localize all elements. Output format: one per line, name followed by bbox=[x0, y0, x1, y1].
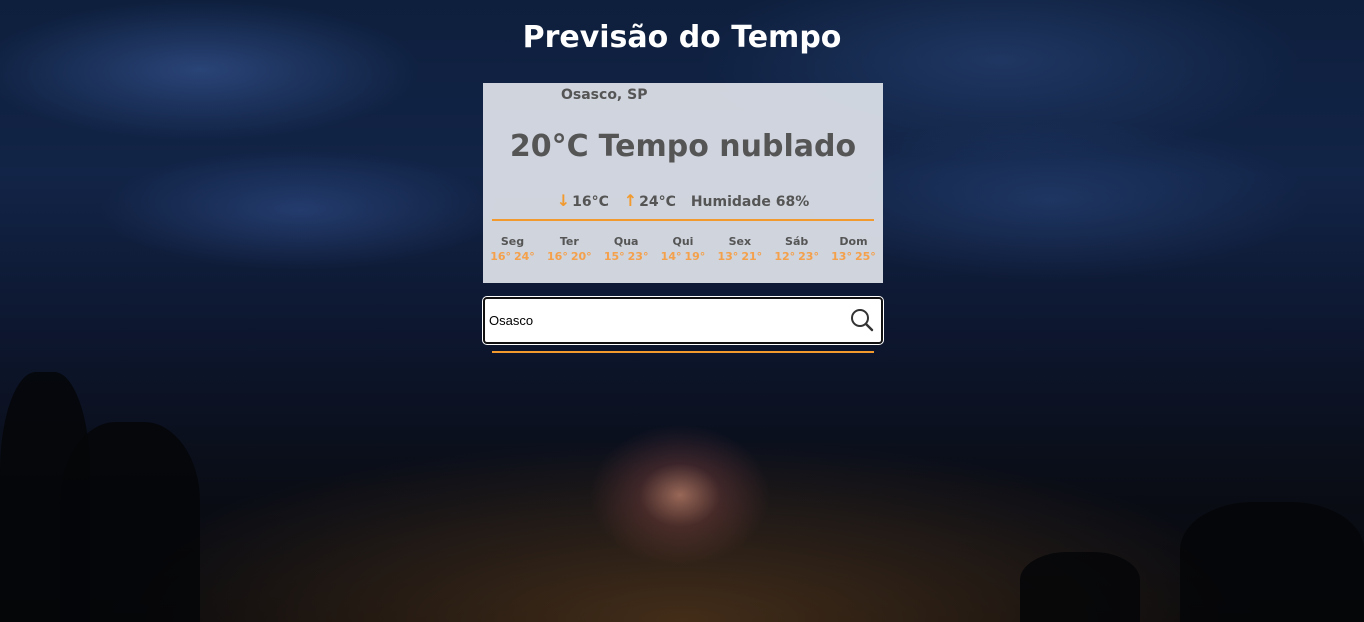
forecast-min: 16° bbox=[490, 250, 511, 263]
min-temperature: 16°C bbox=[572, 194, 609, 210]
weekly-forecast: Seg 16° 24° Ter 16° 20° Qua 15° 23° Qui 14°… bbox=[485, 235, 881, 263]
background-tree-silhouette bbox=[1180, 502, 1364, 622]
current-conditions: 20°C Tempo nublado bbox=[483, 129, 883, 164]
forecast-day-name: Qua bbox=[613, 235, 639, 248]
forecast-day: Seg 16° 24° bbox=[485, 235, 540, 263]
forecast-max: 24° bbox=[514, 250, 535, 263]
max-temperature: 24°C bbox=[639, 194, 676, 210]
forecast-day-name: Sex bbox=[728, 235, 752, 248]
arrow-down-icon: ↓ bbox=[556, 191, 571, 210]
forecast-max: 25° bbox=[854, 250, 876, 263]
forecast-day-name: Dom bbox=[839, 235, 868, 248]
forecast-day-temps: 13° 25° bbox=[826, 250, 881, 263]
background-tree-silhouette bbox=[1020, 552, 1140, 622]
card-divider bbox=[492, 219, 874, 221]
background-tree-silhouette bbox=[0, 372, 90, 622]
forecast-day: Qua 15° 23° bbox=[599, 235, 654, 263]
forecast-min: 14° bbox=[660, 250, 682, 263]
forecast-day-temps: 12° 23° bbox=[769, 250, 824, 263]
page-title: Previsão do Tempo bbox=[522, 20, 842, 55]
forecast-day-name: Ter bbox=[559, 235, 579, 248]
forecast-min: 13° bbox=[717, 250, 739, 263]
forecast-day: Sáb 12° 23° bbox=[769, 235, 824, 263]
forecast-day: Qui 14° 19° bbox=[655, 235, 710, 263]
forecast-max: 21° bbox=[741, 250, 763, 263]
forecast-min: 15° bbox=[603, 250, 625, 263]
forecast-min: 13° bbox=[831, 250, 852, 263]
search-divider bbox=[492, 351, 874, 353]
forecast-day: Sex 13° 21° bbox=[712, 235, 767, 263]
forecast-day-temps: 16° 20° bbox=[542, 250, 597, 263]
current-temperature: 20°C bbox=[509, 129, 589, 164]
forecast-max: 23° bbox=[798, 250, 819, 263]
forecast-day-name: Seg bbox=[500, 235, 525, 248]
search-bar bbox=[483, 297, 883, 344]
min-temp-stat: ↓ 16°C bbox=[557, 191, 609, 210]
forecast-day-temps: 13° 21° bbox=[712, 250, 767, 263]
city-search-input[interactable] bbox=[489, 299, 829, 342]
weather-card: Osasco, SP 20°C Tempo nublado ↓ 16°C ↑ 24°C… bbox=[483, 83, 883, 283]
max-temp-stat: ↑ 24°C bbox=[624, 191, 676, 210]
forecast-max: 20° bbox=[570, 250, 592, 263]
forecast-day: Dom 13° 25° bbox=[826, 235, 881, 263]
arrow-up-icon: ↑ bbox=[623, 191, 638, 210]
search-icon[interactable] bbox=[849, 307, 875, 333]
forecast-day-temps: 15° 23° bbox=[599, 250, 654, 263]
humidity: Humidade 68% bbox=[690, 194, 810, 210]
forecast-day: Ter 16° 20° bbox=[542, 235, 597, 263]
city-name: Osasco, SP bbox=[561, 87, 648, 103]
weather-description: Tempo nublado bbox=[598, 129, 857, 164]
forecast-max: 19° bbox=[684, 250, 706, 263]
forecast-day-temps: 16° 24° bbox=[485, 250, 540, 263]
forecast-min: 16° bbox=[547, 250, 568, 263]
weather-stats: ↓ 16°C ↑ 24°C Humidade 68% bbox=[483, 191, 883, 210]
forecast-day-name: Sáb bbox=[785, 235, 809, 248]
forecast-day-name: Qui bbox=[672, 235, 694, 248]
forecast-min: 12° bbox=[774, 250, 796, 263]
forecast-max: 23° bbox=[627, 250, 649, 263]
forecast-day-temps: 14° 19° bbox=[655, 250, 710, 263]
